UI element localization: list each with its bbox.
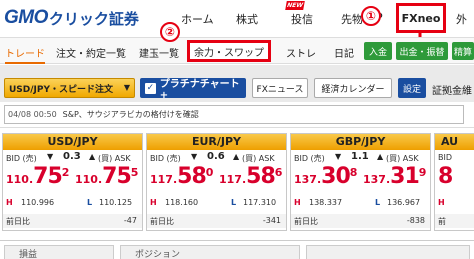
arrow-down-icon: ▼: [335, 152, 342, 161]
news-text: S&P、サウジアラビカの格付けを確認: [62, 110, 199, 119]
deposit-button[interactable]: 入金: [364, 42, 392, 60]
callout-2: ②: [160, 22, 180, 42]
global-header: GMO クリック証券 ホーム 株式 NEW 投信 先物 P ① FXneo 外: [0, 0, 474, 54]
bid-label: BID (売): [150, 154, 181, 163]
spread-row: BID: [435, 150, 474, 164]
fx-news-button[interactable]: FXニュース: [252, 78, 308, 98]
spread-row: BID (売) ▼ 0.3 ▲ (買) ASK: [3, 150, 142, 164]
nav-funds[interactable]: 投信: [291, 11, 313, 27]
high-value: 110.996: [21, 198, 55, 207]
news-headline[interactable]: 04/08 00:50 S&P、サウジアラビカの格付けを確認: [4, 105, 464, 124]
ask-label: (買) ASK: [242, 154, 275, 163]
withdraw-transfer-button[interactable]: 出金・振替: [396, 42, 448, 60]
nav-overseas[interactable]: 外: [456, 11, 467, 27]
change-value: -838: [406, 216, 425, 225]
rate-panel-partial[interactable]: AU BID 8 H 前: [434, 133, 474, 231]
low-value: 110.125: [99, 198, 133, 207]
nav-home[interactable]: ホーム: [181, 11, 214, 27]
pair-title: USD/JPY: [3, 134, 142, 150]
chevron-down-icon: ▼: [123, 83, 130, 92]
change-label: 前日比: [6, 217, 30, 226]
trade-toolbar: USD/JPY・スピード注文 ▼ ✓ プラチナチャート+ FXニュース 経済カレ…: [0, 65, 474, 102]
change-value: -341: [262, 216, 281, 225]
high-low-row: H 138.337 L 136.967: [294, 198, 421, 207]
bid-price[interactable]: 110.752: [6, 164, 69, 194]
high-value: 138.337: [309, 198, 343, 207]
arrow-down-icon: ▼: [191, 152, 198, 161]
spread-value: 0.6: [207, 151, 225, 162]
bid-label: BID (売): [6, 154, 37, 163]
rate-panel-usdjpy[interactable]: USD/JPY BID (売) ▼ 0.3 ▲ (買) ASK 110.752 …: [2, 133, 143, 231]
ask-label: (買) ASK: [98, 154, 131, 163]
platinum-chart-button[interactable]: ✓ プラチナチャート+: [140, 78, 246, 101]
bottom-tab-empty[interactable]: [306, 245, 470, 259]
pair-title: EUR/JPY: [147, 134, 286, 150]
check-icon: ✓: [145, 82, 156, 94]
subnav-margin-swap[interactable]: 余力・スワップ: [187, 40, 271, 62]
bid-label: BID (売): [294, 154, 325, 163]
bottom-panel-area: 損益 ポジション: [0, 240, 474, 259]
sub-navigation: トレード 注文・約定一覧 建玉一覧 ② 余力・スワップ ストレ 日記 入金 出金…: [0, 22, 474, 64]
ask-label: (買) ASK: [386, 154, 419, 163]
rate-panel-gbpjpy[interactable]: GBP/JPY BID (売) ▼ 1.1 ▲ (買) ASK 137.308 …: [290, 133, 431, 231]
high-low-row: H: [438, 198, 445, 207]
subnav-strategy[interactable]: ストレ: [286, 45, 316, 60]
logo-main-text: GMO: [4, 7, 48, 28]
change-label: 前: [438, 217, 446, 226]
news-ticker-bar: 04/08 00:50 S&P、サウジアラビカの格付けを確認: [0, 102, 474, 128]
change-value: -47: [123, 216, 137, 225]
arrow-down-icon: ▼: [47, 152, 54, 161]
bid-label: BID: [438, 153, 453, 162]
arrow-up-icon: ▲: [377, 152, 384, 161]
low-value: 136.967: [387, 198, 421, 207]
pair-title: GBP/JPY: [291, 134, 430, 150]
ask-price[interactable]: 110.755: [75, 164, 138, 194]
change-row: 前日比 -838: [291, 214, 430, 228]
new-badge: NEW: [285, 1, 305, 10]
change-label: 前日比: [150, 217, 174, 226]
spread-row: BID (売) ▼ 0.6 ▲ (買) ASK: [147, 150, 286, 164]
pair-title: AU: [435, 134, 474, 150]
settlement-button[interactable]: 精算: [452, 42, 474, 60]
bid-price[interactable]: 117.580: [150, 164, 213, 194]
subnav-trade[interactable]: トレード: [5, 45, 45, 64]
subnav-positions[interactable]: 建玉一覧: [139, 45, 179, 60]
gmo-click-logo[interactable]: GMO クリック証券: [4, 6, 139, 30]
ask-price[interactable]: 137.319: [363, 164, 426, 194]
settings-button[interactable]: 設定: [398, 78, 426, 98]
nav-stocks[interactable]: 株式: [236, 11, 258, 27]
subnav-diary[interactable]: 日記: [334, 45, 354, 60]
high-low-row: H 110.996 L 110.125: [6, 198, 133, 207]
arrow-up-icon: ▲: [89, 152, 96, 161]
callout-1: ①: [361, 6, 381, 26]
spread-value: 1.1: [351, 151, 369, 162]
bottom-tab-pnl[interactable]: 損益: [4, 245, 114, 259]
low-value: 117.310: [243, 198, 277, 207]
change-row: 前日比 -47: [3, 214, 142, 228]
change-row: 前日比 -341: [147, 214, 286, 228]
spread-row: BID (売) ▼ 1.1 ▲ (買) ASK: [291, 150, 430, 164]
ask-price[interactable]: 117.586: [219, 164, 282, 194]
logo-sub-text: クリック証券: [48, 9, 139, 28]
economic-calendar-button[interactable]: 経済カレンダー: [314, 78, 392, 98]
rate-panel-eurjpy[interactable]: EUR/JPY BID (売) ▼ 0.6 ▲ (買) ASK 117.580 …: [146, 133, 287, 231]
change-label: 前日比: [294, 217, 318, 226]
news-time: 04/08 00:50: [8, 110, 57, 119]
subnav-orders[interactable]: 注文・約定一覧: [56, 45, 126, 60]
nav-futures[interactable]: 先物: [341, 11, 363, 27]
change-row: 前: [435, 214, 474, 228]
bid-price[interactable]: 137.308: [294, 164, 357, 194]
high-low-row: H 118.160 L 117.310: [150, 198, 277, 207]
platinum-chart-label: プラチナチャート+: [159, 79, 240, 101]
pair-select-label: USD/JPY・スピード注文: [9, 84, 114, 95]
pair-order-select[interactable]: USD/JPY・スピード注文 ▼: [4, 78, 135, 98]
arrow-up-icon: ▲: [233, 152, 240, 161]
bid-price[interactable]: 8: [438, 164, 453, 194]
margin-status-text: 証拠金維: [432, 86, 472, 97]
spread-value: 0.3: [63, 151, 81, 162]
high-value: 118.160: [165, 198, 199, 207]
nav-fxneo[interactable]: FXneo: [396, 3, 446, 33]
bottom-tab-positions[interactable]: ポジション: [120, 245, 300, 259]
